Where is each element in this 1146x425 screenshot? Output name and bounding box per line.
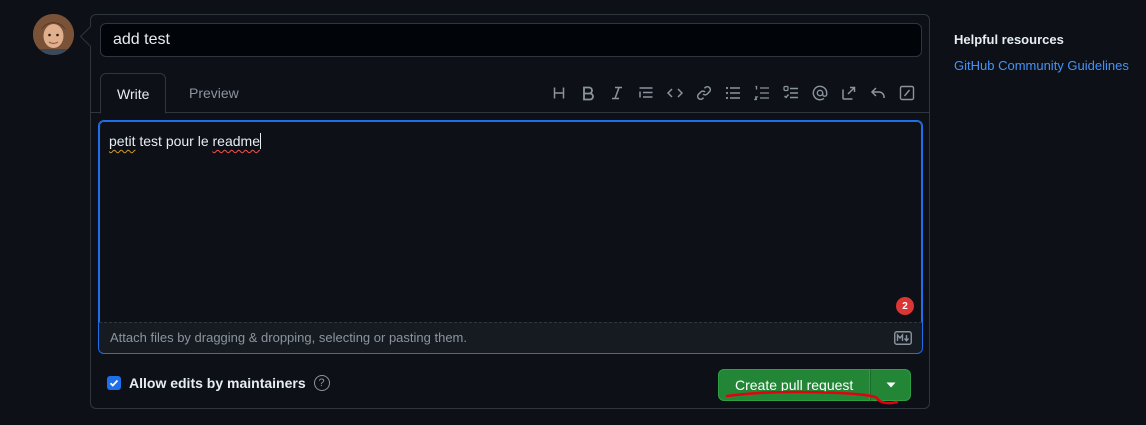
- attach-files-hint: Attach files by dragging & dropping, sel…: [110, 330, 467, 345]
- helpful-resources-heading: Helpful resources: [954, 32, 1064, 47]
- pull-request-form: Write Preview: [90, 14, 930, 409]
- triangle-down-icon: [886, 382, 896, 388]
- markdown-icon[interactable]: [894, 331, 912, 345]
- community-guidelines-link[interactable]: GitHub Community Guidelines: [954, 58, 1129, 73]
- heading-icon[interactable]: [544, 81, 573, 105]
- allow-edits-option: Allow edits by maintainers ?: [107, 375, 330, 391]
- body-text-segment: test pour le: [135, 133, 213, 149]
- comment-body-editor[interactable]: petit test pour le readme 2 Attach files…: [98, 120, 923, 354]
- help-icon[interactable]: ?: [313, 375, 330, 391]
- cross-reference-icon[interactable]: [834, 81, 863, 105]
- code-icon[interactable]: [660, 81, 689, 105]
- bold-icon[interactable]: [573, 81, 602, 105]
- allow-edits-label[interactable]: Allow edits by maintainers: [129, 375, 306, 391]
- reply-icon[interactable]: [863, 81, 892, 105]
- spellcheck-word: readme: [212, 133, 260, 149]
- markdown-toolbar: [544, 81, 921, 105]
- checkmark-icon: [109, 379, 119, 387]
- mention-icon[interactable]: [805, 81, 834, 105]
- editor-tabbar: Write Preview: [91, 73, 929, 114]
- tab-preview[interactable]: Preview: [173, 73, 255, 113]
- quote-icon[interactable]: [631, 81, 660, 105]
- task-list-icon[interactable]: [776, 81, 805, 105]
- comment-body-text[interactable]: petit test pour le readme: [109, 133, 261, 149]
- attach-files-area[interactable]: Attach files by dragging & dropping, sel…: [99, 322, 922, 353]
- ordered-list-icon[interactable]: [747, 81, 776, 105]
- text-caret: [259, 133, 261, 149]
- tab-write[interactable]: Write: [100, 73, 167, 114]
- user-avatar[interactable]: [33, 14, 74, 55]
- grammar-issue-counter-badge[interactable]: 2: [896, 297, 914, 315]
- title-input[interactable]: [100, 23, 922, 57]
- link-icon[interactable]: [689, 81, 718, 105]
- italic-icon[interactable]: [602, 81, 631, 105]
- create-pull-request-button[interactable]: Create pull request: [718, 369, 871, 401]
- allow-edits-checkbox[interactable]: [107, 376, 121, 390]
- create-pr-options-button[interactable]: [870, 369, 912, 401]
- slash-commands-icon[interactable]: [892, 81, 921, 105]
- spellcheck-word: petit: [109, 133, 136, 149]
- unordered-list-icon[interactable]: [718, 81, 747, 105]
- create-pr-button-group: Create pull request: [718, 369, 912, 401]
